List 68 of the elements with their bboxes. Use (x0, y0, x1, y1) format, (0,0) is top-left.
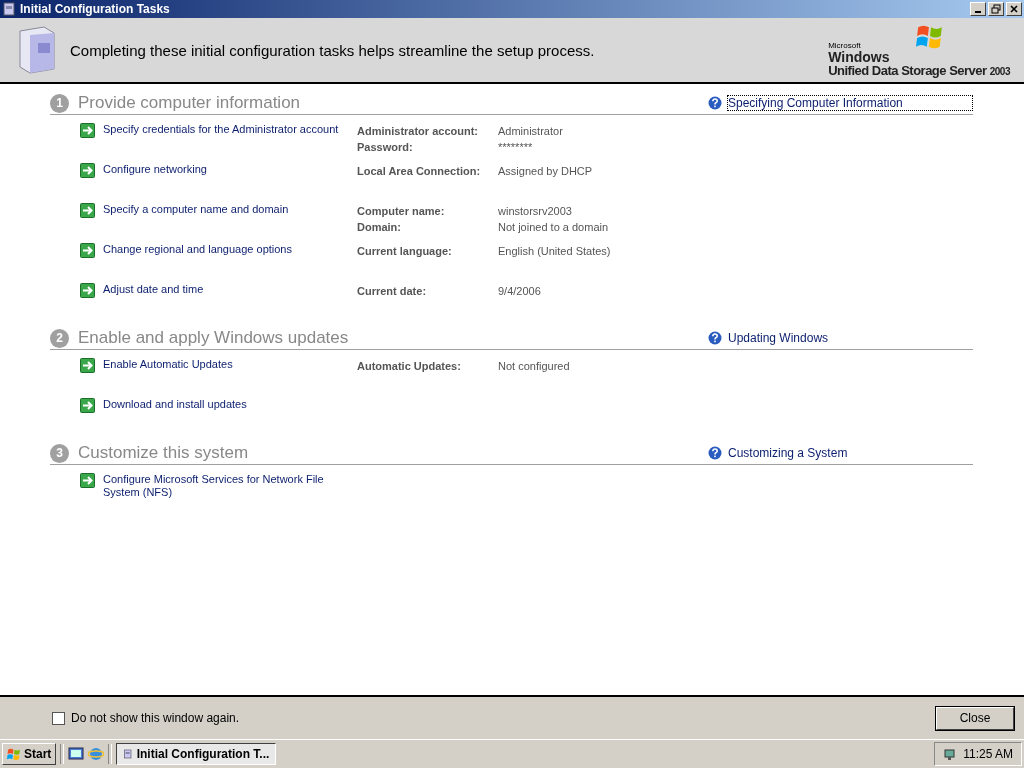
arrow-icon (80, 243, 95, 258)
step-number: 2 (50, 328, 69, 348)
minimize-icon (975, 11, 981, 13)
checkbox[interactable] (52, 711, 65, 725)
restore-icon (991, 4, 1001, 14)
logo-version-text: 2003 (989, 65, 1010, 77)
detail-value: ******** (498, 140, 533, 155)
window-title: Initial Configuration Tasks (20, 2, 170, 16)
section-title: Provide computer information (78, 93, 301, 113)
section-title: Customize this system (78, 443, 249, 463)
task-link[interactable]: Configure networking (103, 163, 357, 176)
task-link[interactable]: Change regional and language options (103, 243, 357, 256)
close-button[interactable]: Close (936, 706, 1014, 730)
help-icon (708, 331, 722, 345)
network-icon[interactable] (943, 747, 958, 761)
detail-label: Domain: (357, 220, 402, 235)
taskbar-window-button[interactable]: Initial Configuration T... (116, 743, 277, 765)
detail-value: winstorsrv2003 (498, 204, 572, 219)
desktop-icon[interactable] (68, 746, 85, 762)
server-icon (2, 2, 16, 16)
server-icon (123, 747, 133, 761)
arrow-icon (80, 203, 95, 218)
header-text: Completing these initial configuration tasks helps streamline the setup process. (70, 41, 595, 59)
arrow-icon (80, 283, 95, 298)
logo-product-text: Unified Data Storage Server (828, 62, 987, 78)
close-button[interactable] (1006, 2, 1022, 16)
detail-label: Local Area Connection: (357, 164, 482, 179)
checkbox-label: Do not show this window again. (71, 711, 240, 725)
logo-brand-text: Windows (828, 49, 891, 64)
restore-button[interactable] (988, 2, 1004, 16)
task-link[interactable]: Configure Microsoft Services for Network File System (NFS) (103, 473, 357, 499)
arrow-icon (80, 163, 95, 178)
step-number: 1 (50, 93, 69, 113)
detail-label: Administrator account: (357, 124, 479, 139)
flag-logo-icon (916, 23, 945, 50)
detail-label: Current language: (357, 244, 453, 259)
arrow-icon (80, 358, 95, 373)
arrow-icon (80, 473, 95, 488)
detail-value: Administrator (498, 124, 563, 139)
task-link[interactable]: Enable Automatic Updates (103, 358, 357, 371)
detail-label: Automatic Updates: (357, 359, 462, 374)
task-link[interactable]: Download and install updates (103, 398, 357, 411)
help-icon (708, 446, 722, 460)
start-button[interactable]: Start (2, 743, 57, 765)
detail-value: 9/4/2006 (498, 284, 541, 299)
detail-label: Password: (357, 140, 414, 155)
detail-value: Assigned by DHCP (498, 164, 593, 179)
help-link[interactable]: Customizing a System (727, 445, 973, 461)
close-icon (1009, 4, 1019, 14)
detail-label: Current date: (357, 284, 428, 299)
section-title: Enable and apply Windows updates (78, 328, 349, 348)
help-icon (708, 96, 722, 110)
help-link[interactable]: Specifying Computer Information (727, 95, 973, 111)
task-link[interactable]: Specify credentials for the Administrator account (103, 123, 357, 136)
clock: 11:25 AM (963, 747, 1013, 761)
task-link[interactable]: Specify a computer name and domain (103, 203, 357, 216)
help-link[interactable]: Updating Windows (727, 330, 973, 346)
detail-value: English (United States) (498, 244, 611, 259)
flag-logo-icon (7, 747, 21, 761)
step-number: 3 (50, 443, 69, 463)
detail-label: Computer name: (357, 204, 446, 219)
detail-value: Not configured (498, 359, 570, 374)
arrow-icon (80, 123, 95, 138)
arrow-icon (80, 398, 95, 413)
task-link[interactable]: Adjust date and time (103, 283, 357, 296)
detail-value: Not joined to a domain (498, 220, 609, 235)
logo-maker-text: Microsoft (828, 41, 862, 50)
minimize-button[interactable] (970, 2, 986, 16)
